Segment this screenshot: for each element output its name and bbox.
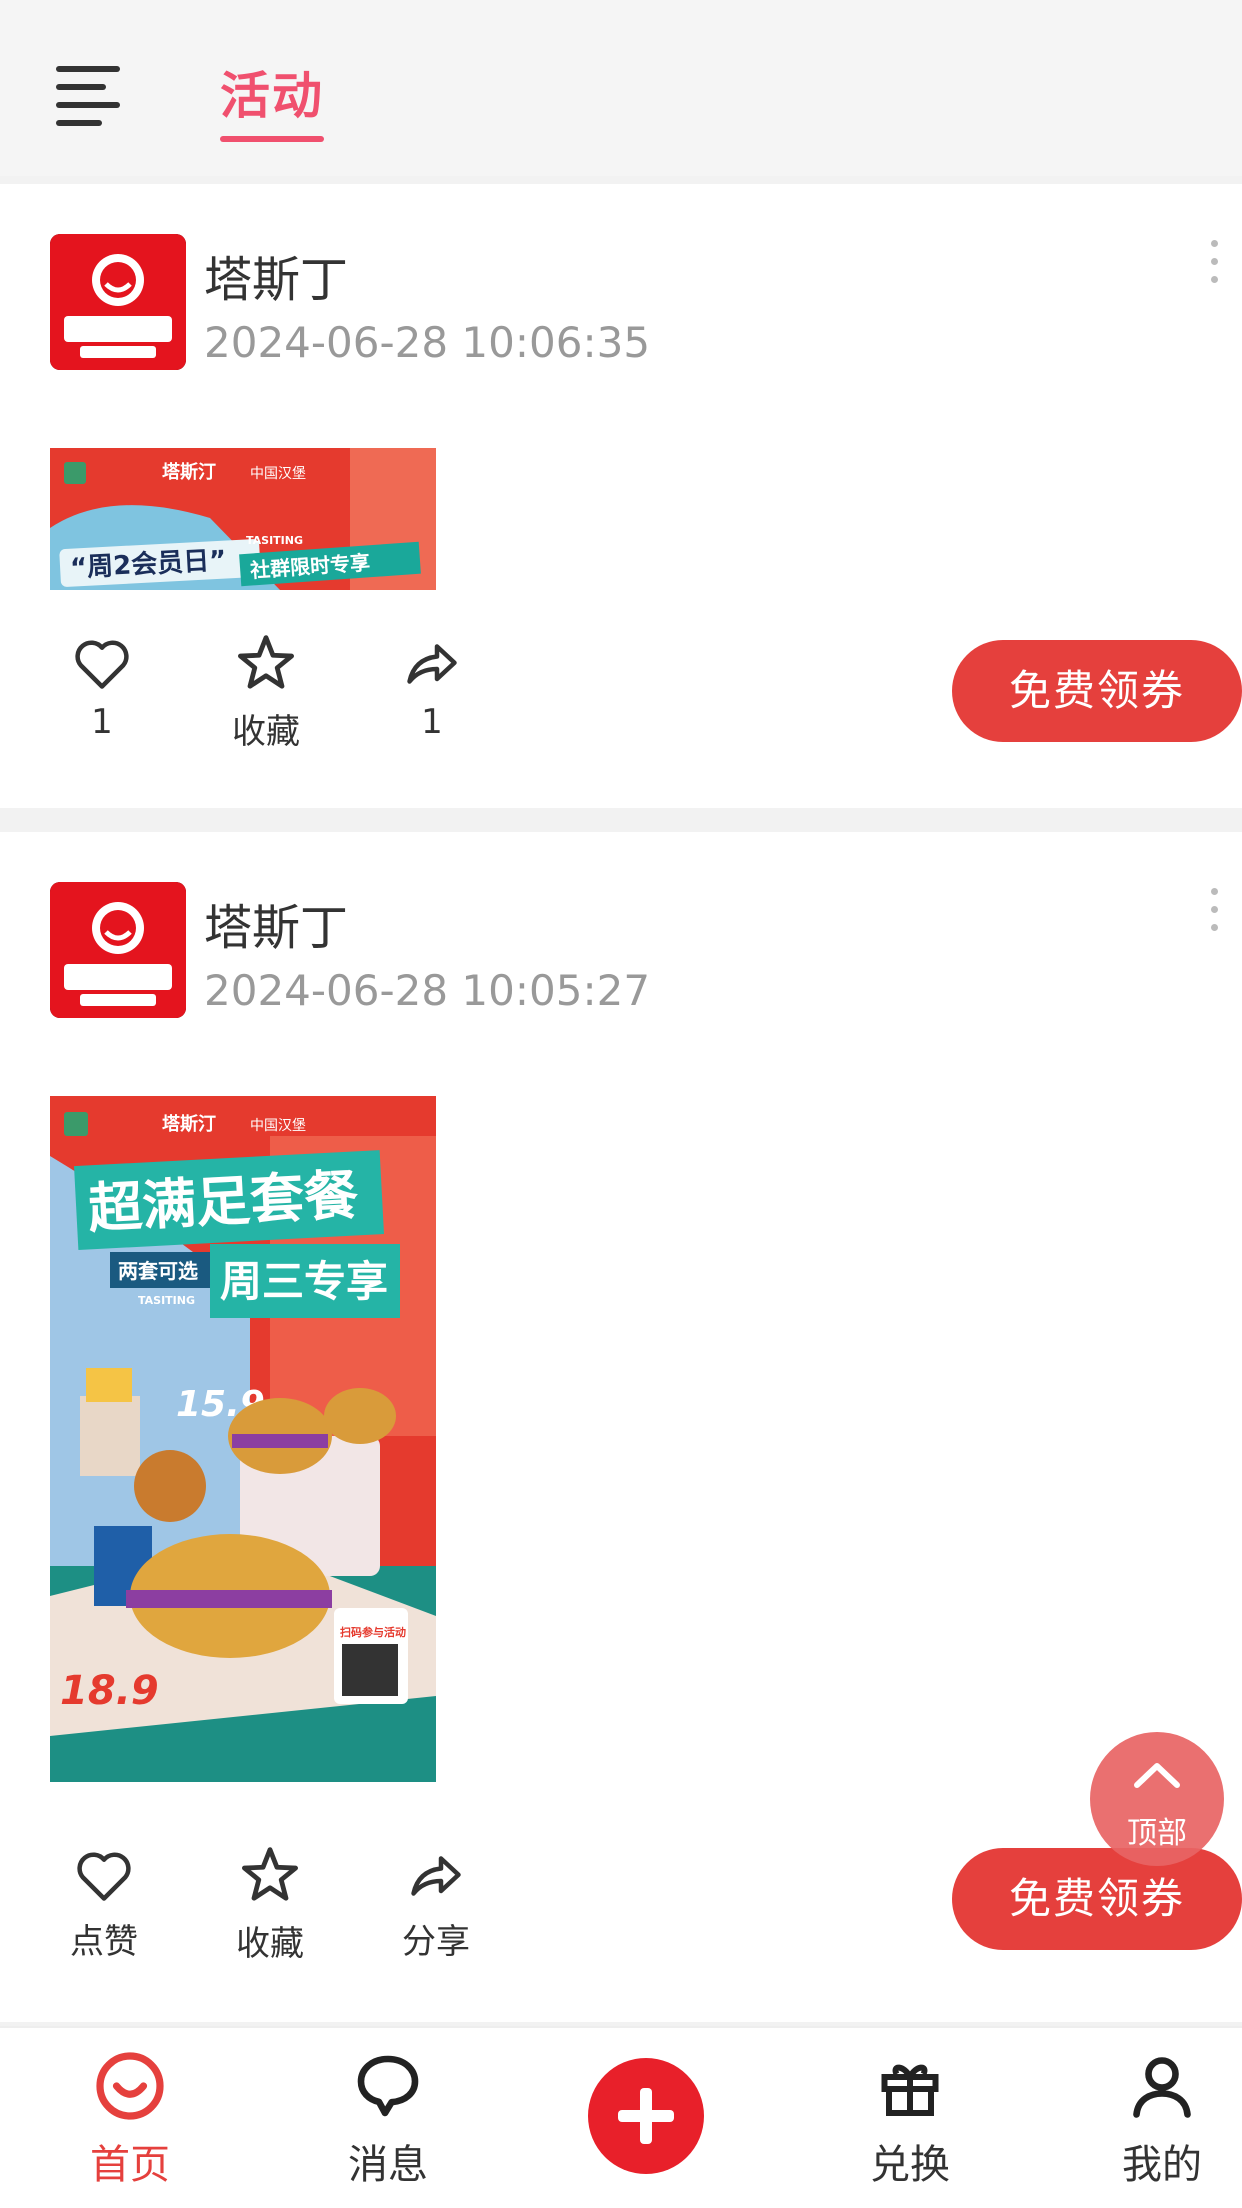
star-icon (238, 635, 294, 689)
gift-icon (881, 2064, 939, 2116)
back-to-top-button[interactable]: 顶部 (1090, 1732, 1224, 1866)
post-card: 塔斯丁 2024-06-28 10:06:35 塔斯汀 中国汉堡 “周2会员日”… (0, 184, 1242, 808)
nav-profile-label: 我的 (1122, 2142, 1202, 2188)
post-time: 2024-06-28 10:06:35 (204, 318, 651, 367)
chat-bubble-icon (357, 2055, 419, 2117)
post-card: 塔斯丁 2024-06-28 10:05:27 塔斯汀 中国汉堡 超满足套餐 两… (0, 832, 1242, 2022)
share-label: 分享 (402, 1922, 470, 1962)
nav-exchange[interactable]: 兑换 (830, 2050, 990, 2190)
avatar[interactable] (50, 882, 186, 1018)
share-arrow-icon (407, 644, 457, 684)
like-button[interactable]: 1 (52, 636, 152, 742)
post-image[interactable]: 塔斯汀 中国汉堡 超满足套餐 两套可选 TASITING 周三专享 15.9 扫… (50, 1096, 436, 1782)
tab-activity[interactable]: 活动 (220, 56, 324, 128)
image-en-text: TASITING (138, 1294, 195, 1307)
favorite-label: 收藏 (232, 712, 300, 752)
top-bar: 活动 (0, 0, 1242, 176)
nav-profile[interactable]: 我的 (1082, 2050, 1242, 2190)
image-tag-text: 中国汉堡 (250, 466, 306, 482)
share-arrow-icon (411, 1856, 461, 1896)
image-qr-label: 扫码参与活动 (340, 1625, 406, 1639)
image-en-text: TASITING (246, 534, 303, 547)
menu-icon[interactable] (56, 66, 120, 126)
heart-icon (77, 1852, 131, 1901)
avatar[interactable] (50, 234, 186, 370)
free-coupon-button[interactable]: 免费领券 (952, 640, 1242, 742)
image-sub-text: 周三专享 (220, 1257, 388, 1306)
post-image[interactable]: 塔斯汀 中国汉堡 “周2会员日” TASITING 社群限时专享 (50, 448, 436, 590)
bottom-nav: 首页 消息 兑换 我的 (0, 2026, 1242, 2208)
heart-icon (75, 640, 129, 689)
tab-active-indicator (220, 136, 324, 142)
favorite-button[interactable]: 收藏 (220, 1844, 320, 1965)
favorite-label: 收藏 (236, 1924, 304, 1964)
nav-home-label: 首页 (90, 2142, 170, 2188)
share-button[interactable]: 分享 (386, 1848, 486, 1963)
image-brand-text: 塔斯汀 (162, 1113, 216, 1135)
smile-home-icon (96, 2052, 164, 2120)
nav-exchange-label: 兑换 (870, 2142, 950, 2188)
like-button[interactable]: 点赞 (54, 1848, 154, 1963)
favorite-button[interactable]: 收藏 (216, 632, 316, 753)
share-count: 1 (421, 702, 443, 742)
author-name[interactable]: 塔斯丁 (204, 888, 348, 958)
share-button[interactable]: 1 (382, 636, 482, 742)
more-options-icon[interactable] (1208, 240, 1220, 284)
more-options-icon[interactable] (1208, 888, 1220, 932)
back-to-top-label: 顶部 (1127, 1816, 1187, 1851)
publish-plus-button[interactable] (588, 2058, 704, 2174)
nav-messages-label: 消息 (348, 2142, 428, 2188)
image-brand-text: 塔斯汀 (162, 461, 216, 483)
like-count: 1 (91, 702, 113, 742)
free-coupon-button[interactable]: 免费领券 (952, 1848, 1242, 1950)
image-price2-text: 18.9 (60, 1668, 159, 1714)
post-time: 2024-06-28 10:05:27 (204, 966, 651, 1015)
nav-messages[interactable]: 消息 (308, 2050, 468, 2190)
image-chip-text: 两套可选 (118, 1259, 198, 1283)
nav-home[interactable]: 首页 (50, 2050, 210, 2190)
like-label: 点赞 (70, 1922, 138, 1962)
user-icon (1133, 2057, 1191, 2118)
chevron-up-icon (1134, 1763, 1180, 1788)
image-tag-text: 中国汉堡 (250, 1118, 306, 1134)
author-name[interactable]: 塔斯丁 (204, 240, 348, 310)
star-icon (242, 1847, 298, 1901)
